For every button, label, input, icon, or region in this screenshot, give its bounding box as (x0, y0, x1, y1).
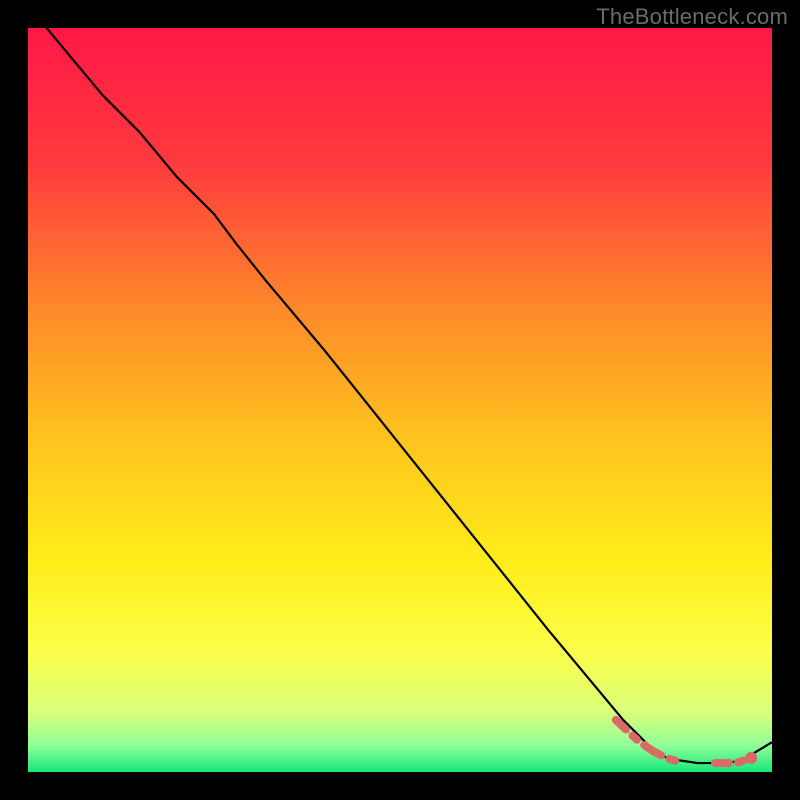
marker-layer (745, 752, 757, 764)
chart-svg (28, 28, 772, 772)
chart-stage: TheBottleneck.com (0, 0, 800, 800)
watermark-text: TheBottleneck.com (596, 4, 788, 30)
end-dot (745, 752, 757, 764)
gradient-background (28, 28, 772, 772)
plot-area (28, 28, 772, 772)
